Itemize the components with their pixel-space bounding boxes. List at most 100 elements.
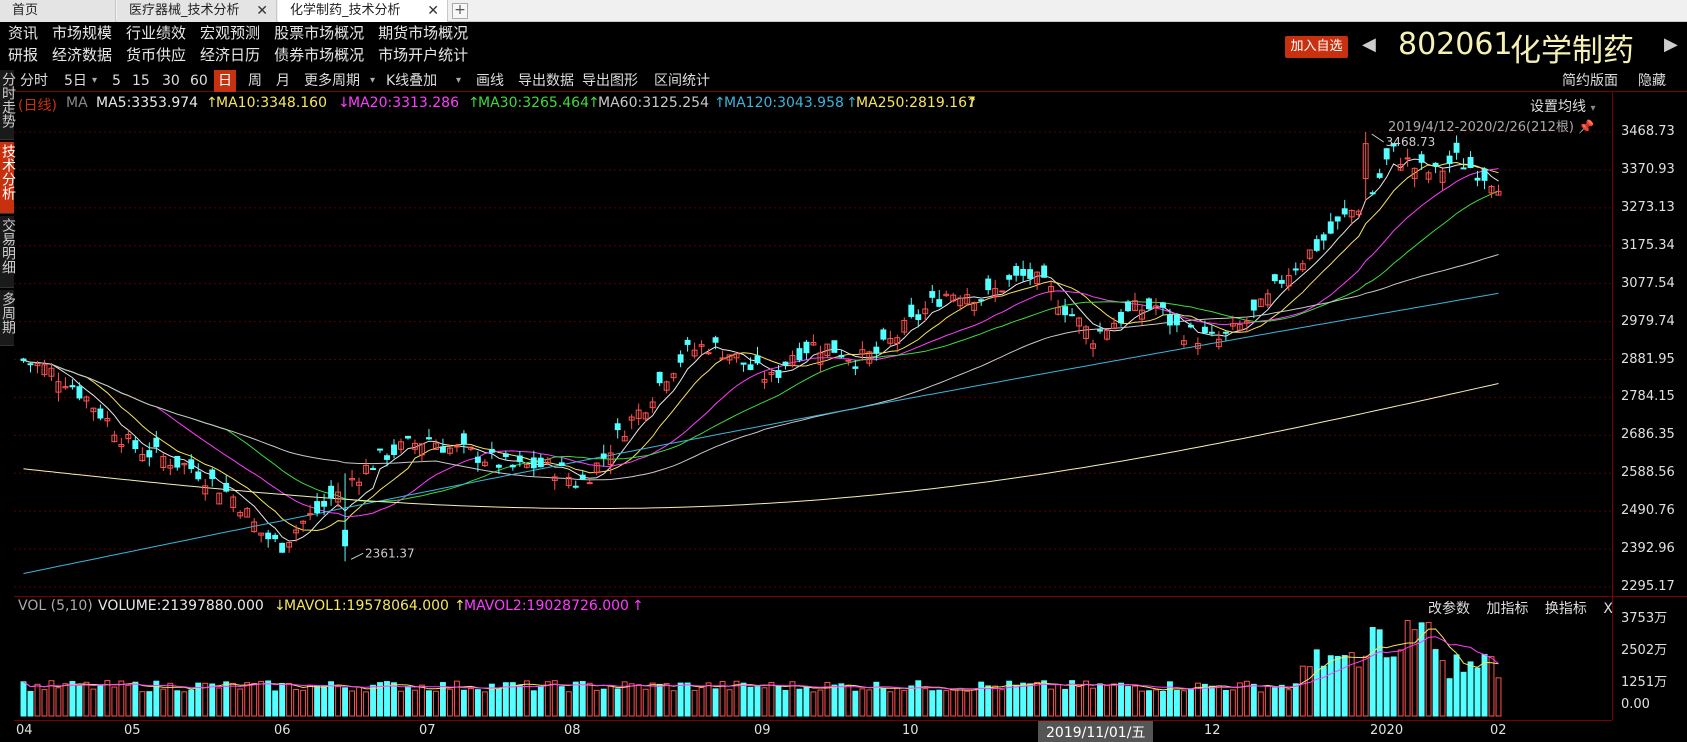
volume-bar-down (600, 688, 607, 717)
set-ma-button[interactable]: 设置均线 ▾ (1530, 96, 1595, 116)
period-5min[interactable]: 5 (112, 70, 121, 92)
volume-bar-up (335, 686, 342, 717)
volume-bar-up (1153, 689, 1159, 717)
add-tab-icon[interactable]: + (452, 3, 468, 19)
price-tick-label: 2490.76 (1621, 503, 1675, 519)
candle-down (1222, 331, 1229, 334)
volume-bar-up (593, 689, 600, 717)
candle-down (579, 474, 586, 480)
candle-down (1313, 239, 1320, 251)
candle-down (985, 278, 992, 291)
volume-bar-up (964, 690, 971, 717)
hide-button[interactable]: 隐藏 (1638, 70, 1666, 92)
ma250-value: MA250:2819.167 (856, 95, 976, 111)
volume-bar-up (90, 688, 97, 717)
add-favorite-button[interactable]: 加入自选 (1285, 36, 1348, 58)
period-30min[interactable]: 30 (162, 70, 180, 92)
menu-item[interactable]: 期货市场概况 (378, 24, 468, 42)
volume-bar-down (516, 685, 523, 717)
vol-label: VOL (5,10) (18, 598, 93, 614)
candle-down (1271, 274, 1278, 282)
menu-item[interactable]: 资讯 (8, 24, 38, 42)
next-stock-icon[interactable]: ▶ (1664, 34, 1678, 55)
menu-item[interactable]: 市场开户统计 (378, 46, 468, 64)
volume-bar-up (251, 682, 258, 717)
volume-tick-label: 2502万 (1621, 643, 1668, 658)
volume-bar-up (845, 684, 852, 717)
date-tick-label: 04 (16, 723, 33, 738)
volume-bar-up (607, 685, 614, 717)
draw-line-button[interactable]: 画线 (476, 70, 504, 92)
menu-item[interactable]: 债券市场概况 (274, 46, 364, 64)
menu-item[interactable]: 经济数据 (52, 46, 112, 64)
volume-bar-down (1474, 667, 1481, 717)
kline-chart[interactable]: 3468.73 2361.37 (14, 92, 1612, 596)
period-day[interactable]: 日 (214, 70, 236, 92)
chevron-down-icon[interactable]: ▾ (456, 70, 461, 92)
menu-item[interactable]: 股票市场概况 (274, 24, 364, 42)
menu-item[interactable]: 经济日历 (200, 46, 260, 64)
tab-home[interactable]: 首页 (0, 0, 116, 22)
volume-bar-up (887, 691, 894, 717)
edit-params-button[interactable]: 改参数 (1428, 601, 1470, 617)
export-chart-button[interactable]: 导出图形 (582, 70, 638, 92)
candle-down (146, 450, 153, 458)
volume-bar-up (789, 681, 796, 717)
kline-overlay-button[interactable]: K线叠加 (386, 70, 437, 92)
volume-chart[interactable] (14, 616, 1612, 718)
period-60min[interactable]: 60 (190, 70, 208, 92)
volume-bar-down (985, 685, 992, 717)
change-indicator-button[interactable]: 换指标 (1545, 601, 1587, 617)
vtab-trades[interactable]: 交易明细 (0, 216, 16, 288)
candle-down (915, 314, 922, 320)
chevron-down-icon[interactable]: ▾ (92, 70, 97, 92)
stock-name: 化学制药 (1510, 33, 1634, 69)
volume-bar-down (1187, 689, 1194, 717)
prev-stock-icon[interactable]: ◀ (1362, 34, 1376, 55)
volume-bar-up (670, 690, 677, 717)
volume-bar-down (1173, 690, 1180, 717)
add-indicator-button[interactable]: 加指标 (1486, 601, 1528, 617)
candle-down (782, 361, 789, 366)
period-week[interactable]: 周 (248, 70, 262, 92)
candle-down (195, 471, 202, 480)
period-intraday[interactable]: 分时 (20, 70, 48, 92)
volume-bar-down (321, 685, 328, 717)
vtab-technical[interactable]: 技术分析 (0, 142, 16, 214)
range-stats-button[interactable]: 区间统计 (654, 70, 710, 92)
price-tick-label: 2295.17 (1621, 579, 1675, 594)
tab-chemical-pharma[interactable]: 化学制药_技术分析 ✕ (278, 0, 448, 22)
volume-bar-down (384, 681, 390, 717)
menu-item[interactable]: 行业绩效 (126, 24, 186, 42)
candle-down (803, 341, 810, 354)
ma60-line (23, 254, 1499, 481)
more-periods-button[interactable]: 更多周期 (304, 70, 360, 92)
chevron-down-icon[interactable]: ▾ (370, 70, 375, 92)
period-15min[interactable]: 15 (132, 70, 150, 92)
menu-item[interactable]: 宏观预测 (200, 24, 260, 42)
pin-icon[interactable]: 📌 (1578, 120, 1594, 135)
volume-bar-up (356, 686, 362, 717)
period-5day[interactable]: 5日 (64, 70, 87, 92)
tab-medical-devices[interactable]: 医疗器械_技术分析 ✕ (117, 0, 277, 22)
volume-bar-down (936, 689, 943, 717)
candle-down (1020, 268, 1027, 276)
close-icon[interactable]: ✕ (256, 0, 268, 22)
volume-bar-up (41, 689, 48, 717)
vtab-intraday[interactable]: 分时走势 (0, 70, 16, 140)
period-month[interactable]: 月 (276, 70, 290, 92)
volume-bar-down (1027, 683, 1034, 717)
export-data-button[interactable]: 导出数据 (518, 70, 574, 92)
close-icon[interactable]: ✕ (427, 0, 439, 22)
simple-layout-button[interactable]: 简约版面 (1562, 70, 1618, 92)
menu-item[interactable]: 研报 (8, 46, 38, 64)
candle-down (838, 354, 845, 358)
menu-item[interactable]: 市场规模 (52, 24, 112, 42)
volume-bar-up (1229, 689, 1236, 717)
candle-down (1118, 311, 1124, 324)
menu-item[interactable]: 货币供应 (126, 46, 186, 64)
volume-tick-label: 1251万 (1621, 675, 1668, 690)
volume-bar-down (1292, 683, 1299, 717)
volume-tick-label: 0.00 (1621, 697, 1650, 712)
vtab-multi-period[interactable]: 多周期 (0, 290, 16, 346)
